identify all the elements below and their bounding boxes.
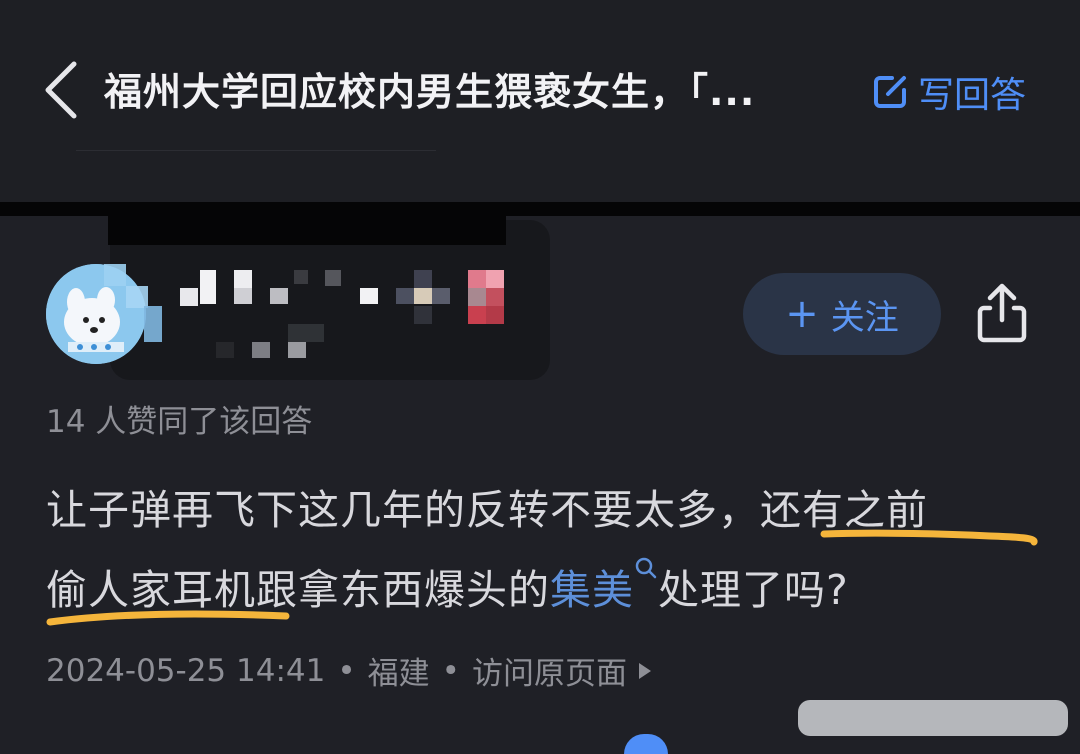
share-icon xyxy=(977,283,1027,343)
highlight-underline-1 xyxy=(820,529,1038,546)
follow-label: 关注 xyxy=(830,297,899,338)
highlight-underline-2 xyxy=(46,610,290,626)
answer-text: 跟拿东西爆头的 xyxy=(256,566,550,614)
plus-icon: + xyxy=(785,291,819,337)
edit-icon xyxy=(874,76,906,108)
write-answer-label: 写回答 xyxy=(918,75,1027,116)
meta-separator: • xyxy=(337,652,356,689)
author-avatar[interactable] xyxy=(46,264,146,364)
search-icon[interactable] xyxy=(634,556,658,586)
redaction-bar xyxy=(108,203,506,245)
answer-date: 2024-05-25 14:41 xyxy=(46,652,326,689)
answer-meta: 2024-05-25 14:41 • 福建 • 访问原页面 xyxy=(46,648,651,693)
play-triangle-icon xyxy=(638,662,651,679)
search-link-jimei[interactable]: 集美 xyxy=(550,566,634,614)
write-answer-button[interactable]: 写回答 xyxy=(870,68,1026,116)
chevron-left-icon xyxy=(45,61,77,119)
answer-text: 处理了吗? xyxy=(658,566,849,614)
follow-button[interactable]: + 关注 xyxy=(743,273,941,355)
view-original-link[interactable]: 访问原页面 xyxy=(472,648,627,693)
meta-separator: • xyxy=(441,652,460,689)
watermark xyxy=(798,700,1068,736)
answer-text: 让子弹再飞下这几年的反转不要太多， xyxy=(46,486,760,534)
answer-location: 福建 xyxy=(367,656,430,692)
top-bar: 福州大学回应校内男生猥亵女生，「... 写回答 xyxy=(0,0,1080,205)
back-button[interactable] xyxy=(36,58,92,122)
share-button[interactable] xyxy=(972,280,1032,346)
avatar-image xyxy=(46,264,146,364)
like-count: 14 人赞同了该回答 xyxy=(46,404,313,440)
header-separator xyxy=(76,150,436,151)
question-title[interactable]: 福州大学回应校内男生猥亵女生，「... xyxy=(104,64,824,120)
